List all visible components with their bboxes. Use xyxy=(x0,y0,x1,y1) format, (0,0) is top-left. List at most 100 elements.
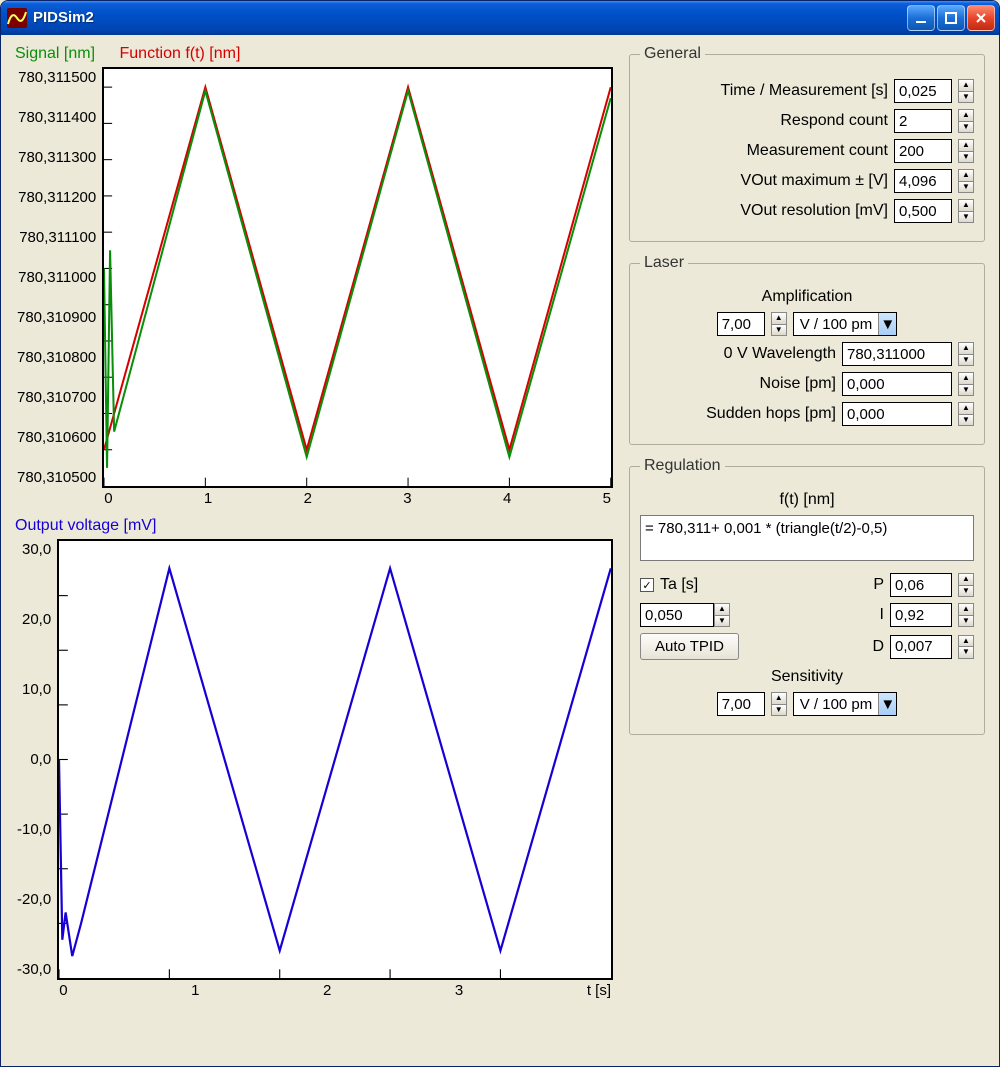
meas-count-input[interactable]: 200 xyxy=(894,139,952,163)
wl0-spinner[interactable]: ▲▼ xyxy=(958,342,974,366)
amp-label: Amplification xyxy=(762,288,853,306)
vout-max-label: VOut maximum ± [V] xyxy=(741,172,888,190)
window-buttons xyxy=(907,5,995,31)
amp-input[interactable]: 7,00 xyxy=(717,312,765,336)
close-button[interactable] xyxy=(967,5,995,31)
maximize-button[interactable] xyxy=(937,5,965,31)
ta-spinner[interactable]: ▲▼ xyxy=(714,603,730,627)
chart1-function-title: Function f(t) [nm] xyxy=(120,45,241,62)
app-window: PIDSim2 Signal [nm] Function f(t) [nm] 7… xyxy=(0,0,1000,1067)
vout-res-input[interactable]: 0,500 xyxy=(894,199,952,223)
time-meas-label: Time / Measurement [s] xyxy=(721,82,888,100)
p-input[interactable]: 0,06 xyxy=(890,573,952,597)
d-spinner[interactable]: ▲▼ xyxy=(958,635,974,659)
chart1-title: Signal [nm] Function f(t) [nm] xyxy=(15,45,613,63)
client-area: Signal [nm] Function f(t) [nm] 780,31150… xyxy=(1,35,999,1066)
d-input[interactable]: 0,007 xyxy=(890,635,952,659)
axis-tick: 10,0 xyxy=(17,681,51,698)
axis-tick: 4 xyxy=(503,490,511,507)
vout-max-input[interactable]: 4,096 xyxy=(894,169,952,193)
dropdown-icon[interactable]: ▼ xyxy=(878,313,896,335)
axis-tick: 780,310900 xyxy=(17,309,96,326)
axis-tick: 2 xyxy=(323,982,331,999)
spinner-down-icon[interactable]: ▼ xyxy=(958,91,974,104)
axis-tick: 780,311000 xyxy=(17,269,96,286)
meas-count-spinner[interactable]: ▲▼ xyxy=(958,139,974,163)
general-legend: General xyxy=(640,45,705,63)
signal-chart-block: Signal [nm] Function f(t) [nm] 780,31150… xyxy=(15,45,613,507)
general-group: General Time / Measurement [s] 0,025 ▲▼ … xyxy=(629,45,985,242)
axis-tick: 3 xyxy=(455,982,463,999)
wl0-label: 0 V Wavelength xyxy=(724,345,836,363)
axis-tick: 780,311200 xyxy=(17,189,96,206)
axis-tick: 780,310700 xyxy=(17,389,96,406)
laser-legend: Laser xyxy=(640,254,688,272)
meas-count-label: Measurement count xyxy=(747,142,888,160)
i-spinner[interactable]: ▲▼ xyxy=(958,603,974,627)
axis-tick: 780,311100 xyxy=(17,229,96,246)
axis-tick: 5 xyxy=(603,490,611,507)
laser-group: Laser Amplification 7,00 ▲▼ V / 100 pm ▼… xyxy=(629,254,985,445)
axis-tick: 1 xyxy=(204,490,212,507)
i-input[interactable]: 0,92 xyxy=(890,603,952,627)
regulation-group: Regulation f(t) [nm] = 780,311+ 0,001 * … xyxy=(629,457,985,735)
respond-count-label: Respond count xyxy=(780,112,888,130)
axis-tick: 3 xyxy=(403,490,411,507)
ta-checkbox[interactable]: ✓ xyxy=(640,578,654,592)
noise-input[interactable]: 0,000 xyxy=(842,372,952,396)
d-label: D xyxy=(872,638,884,656)
hops-spinner[interactable]: ▲▼ xyxy=(958,402,974,426)
axis-tick: 2 xyxy=(304,490,312,507)
chart1-plot xyxy=(102,67,613,488)
time-meas-spinner[interactable]: ▲▼ xyxy=(958,79,974,103)
vout-max-spinner[interactable]: ▲▼ xyxy=(958,169,974,193)
noise-spinner[interactable]: ▲▼ xyxy=(958,372,974,396)
app-icon xyxy=(7,8,27,28)
panels-column: General Time / Measurement [s] 0,025 ▲▼ … xyxy=(627,45,987,1054)
axis-tick: 780,311400 xyxy=(17,109,96,126)
chart2-yaxis: 30,020,010,00,0-10,0-20,0-30,0 xyxy=(15,539,53,980)
amp-spinner[interactable]: ▲▼ xyxy=(771,312,787,336)
sens-label: Sensitivity xyxy=(771,668,843,686)
respond-count-spinner[interactable]: ▲▼ xyxy=(958,109,974,133)
axis-tick: 0,0 xyxy=(17,751,51,768)
chart1-signal-title: Signal [nm] xyxy=(15,45,95,62)
axis-tick: 780,310500 xyxy=(17,469,96,486)
axis-tick: 20,0 xyxy=(17,611,51,628)
ft-expression-input[interactable]: = 780,311+ 0,001 * (triangle(t/2)-0,5) xyxy=(640,515,974,561)
chart2-plot xyxy=(57,539,613,980)
chart1-yaxis: 780,311500 780,311400 780,311300 780,311200… xyxy=(15,67,98,488)
voltage-chart-block: Output voltage [mV] 30,020,010,00,0-10,0… xyxy=(15,517,613,999)
axis-tick: -30,0 xyxy=(17,961,51,978)
axis-tick: t [s] xyxy=(587,982,611,999)
charts-column: Signal [nm] Function f(t) [nm] 780,31150… xyxy=(15,45,613,1054)
sens-input[interactable]: 7,00 xyxy=(717,692,765,716)
axis-tick: -20,0 xyxy=(17,891,51,908)
wl0-input[interactable]: 780,311000 xyxy=(842,342,952,366)
sens-unit-value: V / 100 pm xyxy=(794,693,879,715)
vout-res-spinner[interactable]: ▲▼ xyxy=(958,199,974,223)
auto-tpid-button[interactable]: Auto TPID xyxy=(640,633,739,660)
ta-input[interactable]: 0,050 xyxy=(640,603,714,627)
axis-tick: 780,310800 xyxy=(17,349,96,366)
spinner-up-icon[interactable]: ▲ xyxy=(958,79,974,91)
ft-label: f(t) [nm] xyxy=(779,491,834,509)
hops-input[interactable]: 0,000 xyxy=(842,402,952,426)
chart1-xaxis: 012345 xyxy=(102,488,613,507)
dropdown-icon[interactable]: ▼ xyxy=(878,693,896,715)
titlebar[interactable]: PIDSim2 xyxy=(1,1,999,35)
amp-unit-select[interactable]: V / 100 pm ▼ xyxy=(793,312,898,336)
p-spinner[interactable]: ▲▼ xyxy=(958,573,974,597)
axis-tick: 780,311300 xyxy=(17,149,96,166)
axis-tick: 780,311500 xyxy=(17,69,96,86)
axis-tick: 0 xyxy=(59,982,67,999)
hops-label: Sudden hops [pm] xyxy=(706,405,836,423)
sens-spinner[interactable]: ▲▼ xyxy=(771,692,787,716)
minimize-button[interactable] xyxy=(907,5,935,31)
i-label: I xyxy=(880,606,884,624)
chart2-xaxis: 0123t [s] xyxy=(57,980,613,999)
sens-unit-select[interactable]: V / 100 pm ▼ xyxy=(793,692,898,716)
time-meas-input[interactable]: 0,025 xyxy=(894,79,952,103)
respond-count-input[interactable]: 2 xyxy=(894,109,952,133)
regulation-legend: Regulation xyxy=(640,457,725,475)
